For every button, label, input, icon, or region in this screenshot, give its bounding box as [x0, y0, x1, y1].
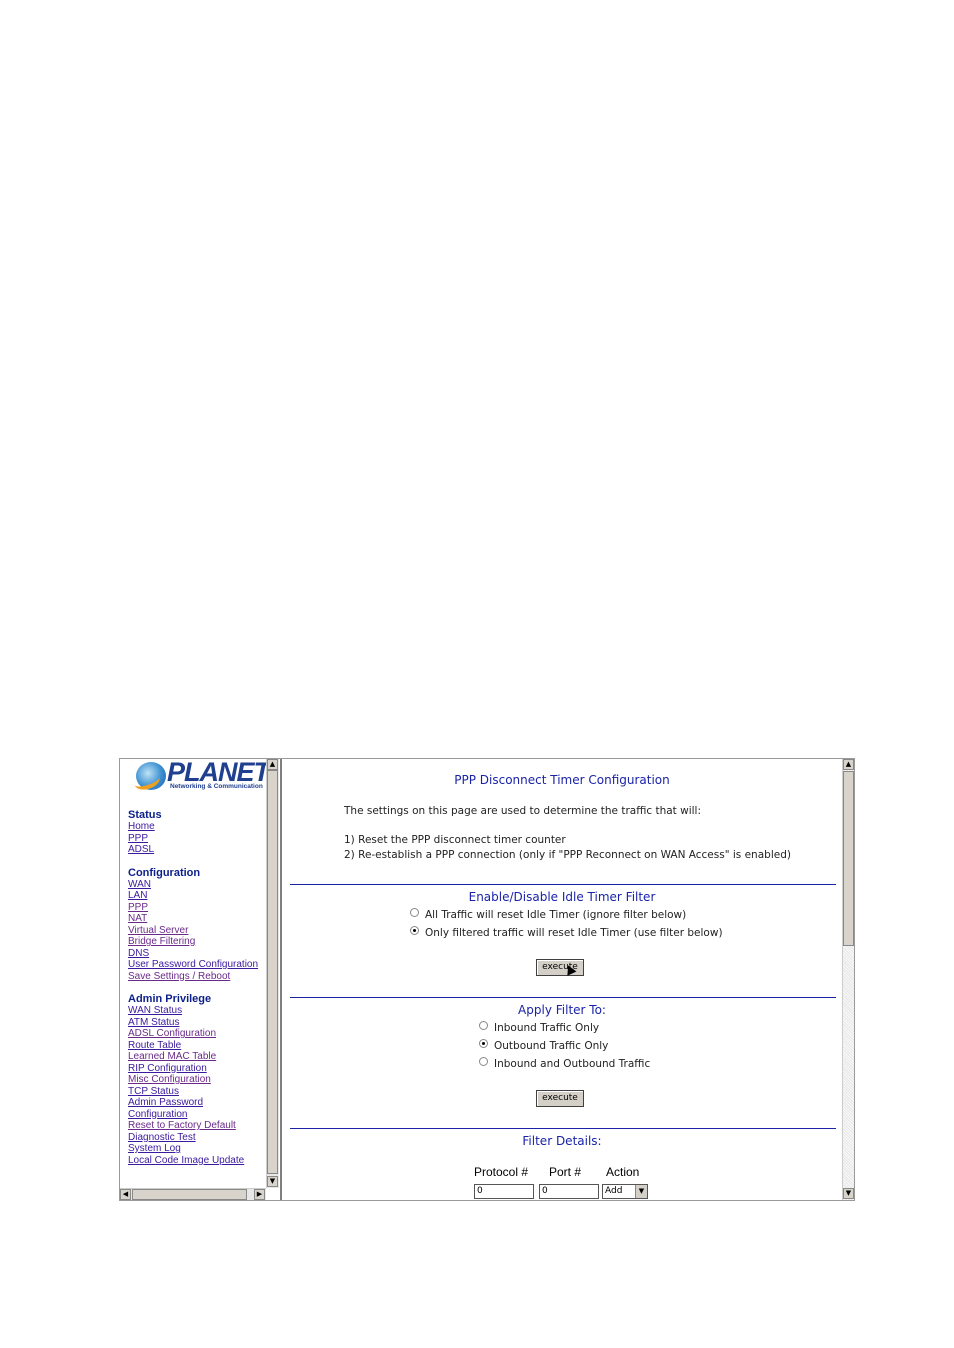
- sidebar-item-virtual-server[interactable]: Virtual Server: [128, 925, 258, 937]
- content-scroll-thumb[interactable]: [843, 771, 854, 946]
- port-column-header: Port #: [549, 1165, 582, 1179]
- radio-inbound-only-label: Inbound Traffic Only: [494, 1022, 600, 1034]
- scroll-up-arrow-icon[interactable]: ▲: [267, 759, 278, 770]
- sidebar-item-admin-password[interactable]: Admin Password: [128, 1097, 258, 1109]
- radio-button-unchecked[interactable]: [479, 1057, 488, 1066]
- apply-execute-button[interactable]: execute: [536, 1090, 584, 1107]
- radio-inbound-outbound[interactable]: Inbound and Outbound Traffic: [479, 1057, 650, 1070]
- radio-filtered-traffic[interactable]: Only filtered traffic will reset Idle Ti…: [410, 926, 723, 939]
- sidebar-item-nat[interactable]: NAT: [128, 913, 258, 925]
- radio-all-traffic[interactable]: All Traffic will reset Idle Timer (ignor…: [410, 908, 686, 921]
- sidebar-item-tcp-status[interactable]: TCP Status: [128, 1086, 258, 1098]
- action-select-value: Add: [605, 1186, 623, 1196]
- page-title: PPP Disconnect Timer Configuration: [454, 773, 670, 787]
- sidebar-item-bridge-filtering[interactable]: Bridge Filtering: [128, 936, 258, 948]
- apply-filter-heading: Apply Filter To:: [518, 1003, 606, 1017]
- sidebar-scroll-thumb[interactable]: [267, 770, 278, 1174]
- radio-outbound-only-label: Outbound Traffic Only: [494, 1040, 609, 1052]
- radio-button-unchecked[interactable]: [479, 1021, 488, 1030]
- sidebar-item-save-reboot[interactable]: Save Settings / Reboot: [128, 971, 258, 983]
- sidebar-item-ppp[interactable]: PPP: [128, 902, 258, 914]
- radio-button-checked[interactable]: [479, 1039, 488, 1048]
- planet-logo: PLANET Networking & Communication: [132, 759, 270, 793]
- configuration-heading: Configuration: [128, 866, 201, 879]
- scroll-down-arrow-icon[interactable]: ▼: [267, 1176, 278, 1187]
- radio-button-unchecked[interactable]: [410, 908, 419, 917]
- filter-details-heading: Filter Details:: [522, 1134, 602, 1148]
- sidebar-item-adsl-configuration[interactable]: ADSL Configuration: [128, 1028, 258, 1040]
- sidebar-horizontal-scrollbar[interactable]: ◀ ▶: [120, 1188, 266, 1200]
- logo-tagline: Networking & Communication: [170, 783, 263, 790]
- sidebar-item-reset-factory-default[interactable]: Reset to Factory Default: [128, 1120, 258, 1132]
- radio-all-traffic-label: All Traffic will reset Idle Timer (ignor…: [425, 909, 687, 921]
- idle-execute-button[interactable]: execute: [536, 959, 584, 976]
- sidebar-item-wan-status[interactable]: WAN Status: [128, 1005, 258, 1017]
- radio-inbound-only[interactable]: Inbound Traffic Only: [479, 1021, 599, 1034]
- divider: [290, 997, 836, 998]
- sidebar-item-diagnostic-test[interactable]: Diagnostic Test: [128, 1132, 258, 1144]
- port-input[interactable]: 0: [539, 1184, 599, 1199]
- navigation-frame: PLANET Networking & Communication Status…: [120, 759, 282, 1200]
- radio-outbound-only[interactable]: Outbound Traffic Only: [479, 1039, 608, 1052]
- sidebar-item-local-code-image-update[interactable]: Local Code Image Update: [128, 1155, 258, 1167]
- sidebar-item-lan[interactable]: LAN: [128, 890, 258, 902]
- sidebar-item-atm-status[interactable]: ATM Status: [128, 1017, 258, 1029]
- scroll-left-arrow-icon[interactable]: ◀: [120, 1189, 131, 1200]
- sidebar-item-wan[interactable]: WAN: [128, 879, 258, 891]
- sidebar-item-home[interactable]: Home: [128, 821, 258, 833]
- sidebar-item-misc-configuration[interactable]: Misc Configuration: [128, 1074, 258, 1086]
- sidebar-item-learned-mac-table[interactable]: Learned MAC Table: [128, 1051, 258, 1063]
- intro-text: The settings on this page are used to de…: [344, 805, 702, 817]
- scroll-right-arrow-icon[interactable]: ▶: [254, 1189, 265, 1200]
- status-heading: Status: [128, 809, 162, 821]
- sidebar-item-admin-password-configuration[interactable]: Configuration: [128, 1109, 258, 1121]
- divider: [290, 884, 836, 885]
- divider: [290, 1128, 836, 1129]
- protocol-column-header: Protocol #: [474, 1165, 529, 1179]
- sidebar-item-route-table[interactable]: Route Table: [128, 1040, 258, 1052]
- scroll-up-arrow-icon[interactable]: ▲: [843, 759, 854, 770]
- point-1-text: 1) Reset the PPP disconnect timer counte…: [344, 834, 566, 846]
- point-2-text: 2) Re-establish a PPP connection (only i…: [344, 849, 791, 861]
- sidebar-item-adsl-status[interactable]: ADSL: [128, 844, 258, 856]
- action-select[interactable]: Add ▼: [602, 1184, 648, 1199]
- sidebar-vertical-scrollbar[interactable]: ▲ ▼: [266, 759, 279, 1188]
- scroll-down-arrow-icon[interactable]: ▼: [843, 1188, 854, 1199]
- idle-timer-heading: Enable/Disable Idle Timer Filter: [468, 890, 656, 904]
- content-vertical-scrollbar[interactable]: ▲ ▼: [842, 759, 854, 1200]
- browser-screenshot: PLANET Networking & Communication Status…: [119, 758, 855, 1201]
- action-column-header: Action: [606, 1165, 640, 1179]
- radio-filtered-traffic-label: Only filtered traffic will reset Idle Ti…: [425, 927, 723, 939]
- sidebar-item-ppp-status[interactable]: PPP: [128, 833, 258, 845]
- content-frame: PPP Disconnect Timer Configuration The s…: [282, 759, 842, 1200]
- chevron-down-icon[interactable]: ▼: [635, 1185, 647, 1198]
- admin-heading: Admin Privilege: [128, 993, 212, 1005]
- radio-inbound-outbound-label: Inbound and Outbound Traffic: [494, 1058, 651, 1070]
- sidebar-item-system-log[interactable]: System Log: [128, 1143, 258, 1155]
- sidebar-item-dns[interactable]: DNS: [128, 948, 258, 960]
- sidebar-item-user-password[interactable]: User Password Configuration: [128, 959, 258, 971]
- sidebar-item-rip-configuration[interactable]: RIP Configuration: [128, 1063, 258, 1075]
- sidebar-menu: Status Home PPP ADSL Configuration WAN L…: [128, 809, 258, 1166]
- protocol-input[interactable]: 0: [474, 1184, 534, 1199]
- radio-button-checked[interactable]: [410, 926, 419, 935]
- sidebar-hscroll-thumb[interactable]: [132, 1189, 247, 1200]
